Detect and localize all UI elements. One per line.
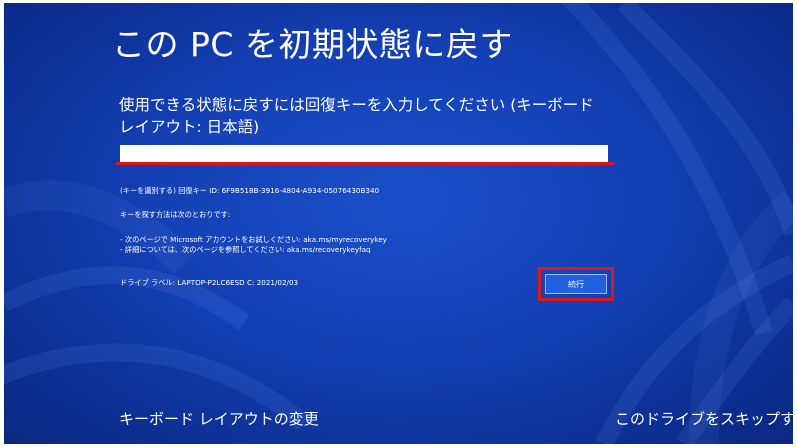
skip-drive-link[interactable]: このドライブをスキップする [615, 409, 793, 429]
instruction-recoverykeyfaq: - 詳細については、次のページを参照してください: aka.ms/recover… [120, 245, 371, 254]
instruction-myrecoverykey: - 次のページで Microsoft アカウントをお試しください: aka.ms… [120, 235, 387, 244]
page-title: この PC を初期状態に戻す [112, 25, 513, 64]
recovery-screen: この PC を初期状態に戻す 使用できる状態に戻すには回復キーを入力してください… [4, 3, 793, 444]
recovery-key-id: (キーを識別する) 回復キー ID: 6F9B518B-3916-4804-A9… [120, 186, 380, 195]
background-swirl [4, 3, 793, 444]
how-to-find-heading: キーを探す方法は次のとおりです: [120, 210, 231, 219]
recovery-key-prompt: 使用できる状態に戻すには回復キーを入力してください (キーボード レイアウト: … [119, 96, 594, 136]
input-highlight-underline [116, 162, 614, 165]
drive-label: ドライブ ラベル: LAPTOP-P2LC6ESD C: 2021/02/03 [120, 278, 299, 287]
change-keyboard-layout-link[interactable]: キーボード レイアウトの変更 [119, 409, 319, 429]
recovery-key-input[interactable] [120, 145, 608, 162]
continue-button[interactable]: 続行 [545, 274, 607, 294]
